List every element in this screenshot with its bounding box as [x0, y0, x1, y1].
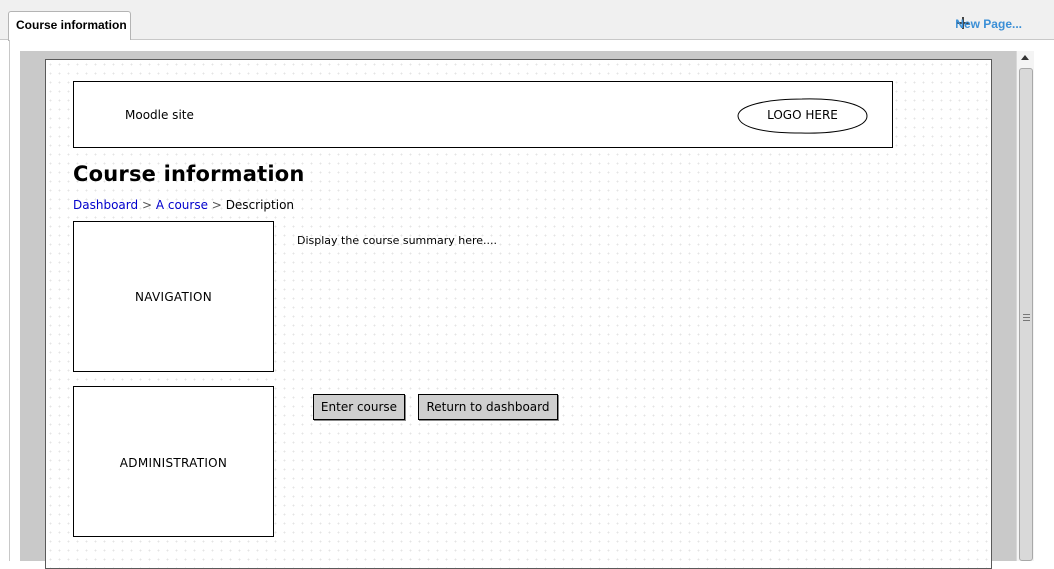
administration-block-label: ADMINISTRATION [119, 456, 228, 470]
breadcrumb-course[interactable]: A course [156, 198, 208, 212]
logo-text: LOGO HERE [767, 108, 838, 122]
vertical-scrollbar[interactable] [1016, 51, 1034, 561]
logo-placeholder: LOGO HERE [737, 97, 868, 135]
breadcrumb-separator: > [211, 198, 222, 212]
new-page-link[interactable]: New Page... [955, 17, 1022, 31]
breadcrumb-separator: > [141, 198, 152, 212]
site-header: Moodle site LOGO HERE [73, 81, 893, 148]
page-title: Course information [73, 162, 305, 186]
breadcrumb: Dashboard > A course > Description [73, 198, 294, 212]
scroll-grip-icon [1023, 314, 1030, 321]
navigation-block-label: NAVIGATION [134, 290, 213, 304]
tab-course-information[interactable]: Course information [8, 11, 131, 41]
return-to-dashboard-button[interactable]: Return to dashboard [418, 394, 558, 420]
navigation-block: NAVIGATION [73, 221, 274, 372]
course-summary: Display the course summary here.... [297, 234, 498, 247]
tab-bar: Course information New Page... [0, 0, 1054, 41]
breadcrumb-current: Description [225, 198, 295, 212]
site-name: Moodle site [125, 108, 194, 122]
scroll-up-arrow-icon[interactable] [1021, 55, 1029, 60]
breadcrumb-dashboard[interactable]: Dashboard [73, 198, 138, 212]
administration-block: ADMINISTRATION [73, 386, 274, 537]
scrollbar-thumb[interactable] [1019, 68, 1033, 561]
enter-course-button[interactable]: Enter course [313, 394, 405, 420]
